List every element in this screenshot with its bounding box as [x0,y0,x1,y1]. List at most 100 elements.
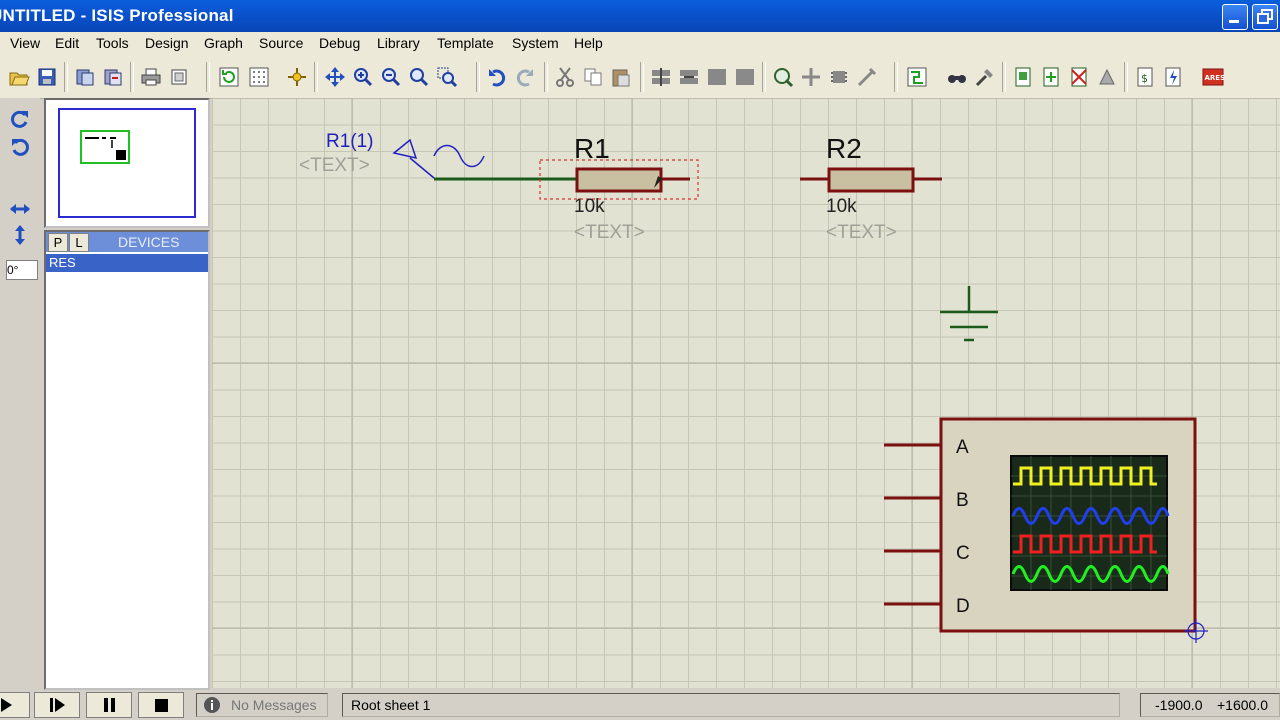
add-sheet-icon[interactable] [1040,66,1062,88]
device-selector: P L DEVICES RES [44,230,210,690]
paste-icon[interactable] [610,66,632,88]
redo-icon[interactable] [514,66,536,88]
overview-frame [58,108,196,218]
oscilloscope-instrument[interactable]: A B C D [884,417,1208,643]
make-device-icon[interactable] [800,66,822,88]
device-selector-header: P L DEVICES [46,232,208,252]
channel-a-label: A [956,437,969,458]
import-icon[interactable] [74,66,96,88]
zoom-in-icon[interactable] [352,66,374,88]
info-icon [204,697,220,713]
pause-button[interactable] [86,692,132,718]
sheet-field: Root sheet 1 [342,693,1120,717]
search-tag-icon[interactable] [946,66,968,88]
block-move-icon[interactable] [678,66,700,88]
device-selector-title: DEVICES [118,234,180,250]
block-copy-icon[interactable] [650,66,672,88]
block-delete-icon[interactable] [734,66,756,88]
svg-text:$: $ [1141,72,1148,85]
pick-devices-button[interactable]: P [48,233,68,252]
r1-value: 10k [574,196,605,217]
menu-edit[interactable]: Edit [55,35,79,51]
generator-flag-icon [392,138,418,160]
overview-window[interactable] [44,98,210,228]
export-icon[interactable] [102,66,124,88]
print-icon[interactable] [140,66,162,88]
zoom-out-icon[interactable] [380,66,402,88]
sine-wave-icon [433,144,485,168]
r2-text-placeholder: <TEXT> [826,222,897,243]
restore-button[interactable] [1252,4,1278,30]
resistor-r2[interactable]: R2 10k <TEXT> [800,133,942,243]
oscilloscope-screen-icon [1010,455,1170,591]
minimize-icon [1229,20,1239,23]
block-rotate-icon[interactable] [706,66,728,88]
resistor-r1[interactable]: R1 10k <TEXT> [539,133,699,243]
netlist-to-ares-icon[interactable]: ARES [1202,66,1225,88]
generator-label: R1(1) [326,131,374,152]
minimize-button[interactable] [1222,4,1248,30]
bill-of-materials-icon[interactable]: $ [1134,66,1156,88]
generator-component[interactable]: R1(1) <TEXT> [299,131,485,179]
messages-field[interactable]: No Messages [196,693,328,717]
channel-b-label: B [956,490,969,511]
generator-text-placeholder: <TEXT> [299,155,370,176]
step-button[interactable] [34,692,80,718]
redraw-icon[interactable] [218,66,240,88]
copy-icon[interactable] [582,66,604,88]
rotate-clockwise-icon[interactable] [8,108,32,130]
ground-terminal[interactable] [940,286,998,342]
rotation-angle-field[interactable]: 0° [6,260,38,280]
decompose-icon[interactable] [856,66,878,88]
channel-d-label: D [956,596,970,617]
play-button[interactable] [0,692,30,718]
menu-graph[interactable]: Graph [204,35,243,51]
stop-button[interactable] [138,692,184,718]
pick-device-icon[interactable] [772,66,794,88]
cut-icon[interactable] [554,66,576,88]
library-manager-button[interactable]: L [69,233,89,252]
status-bar: No Messages Root sheet 1 -1900.0 +1600.0 [0,690,1280,720]
menu-library[interactable]: Library [377,35,420,51]
menu-view[interactable]: View [10,35,40,51]
zoom-area-icon[interactable] [436,66,458,88]
zoom-all-icon[interactable] [408,66,430,88]
r1-text-placeholder: <TEXT> [574,222,645,243]
property-tool-icon[interactable] [974,66,996,88]
mirror-horizontal-icon[interactable] [8,198,32,220]
package-tool-icon[interactable] [828,66,850,88]
open-icon[interactable] [8,66,30,88]
sheet-name: Root sheet 1 [351,697,431,713]
menu-tools[interactable]: Tools [96,35,129,51]
title-bar: UNTITLED - ISIS Professional [0,0,1280,32]
oscilloscope-pins [884,443,942,606]
pause-icon [104,698,115,712]
mirror-vertical-icon[interactable] [8,224,32,246]
save-icon[interactable] [36,66,58,88]
menu-source[interactable]: Source [259,35,303,51]
new-sheet-icon[interactable] [1012,66,1034,88]
stop-icon [155,699,168,712]
restore-icon [1257,9,1273,24]
print-area-icon[interactable] [168,66,190,88]
device-list-item[interactable]: RES [46,254,208,272]
main-toolbar: $ ARES [0,56,1280,99]
exit-to-parent-icon[interactable] [1096,66,1118,88]
schematic-canvas[interactable]: R1(1) <TEXT> R1 10k <TEXT> R2 10k <TEXT> [212,98,1280,688]
wire-autorouter-icon[interactable] [906,66,928,88]
r1-body [575,167,663,193]
menu-debug[interactable]: Debug [319,35,360,51]
undo-icon[interactable] [486,66,508,88]
menu-template[interactable]: Template [437,35,494,51]
remove-sheet-icon[interactable] [1068,66,1090,88]
grid-icon[interactable] [248,66,270,88]
menu-system[interactable]: System [512,35,559,51]
menu-help[interactable]: Help [574,35,603,51]
pan-icon[interactable] [324,66,346,88]
rotate-anticlockwise-icon[interactable] [8,136,32,158]
menu-design[interactable]: Design [145,35,189,51]
r2-value: 10k [826,196,857,217]
electrical-rule-check-icon[interactable] [1162,66,1184,88]
false-origin-icon[interactable] [286,66,308,88]
r2-reference: R2 [826,133,862,164]
